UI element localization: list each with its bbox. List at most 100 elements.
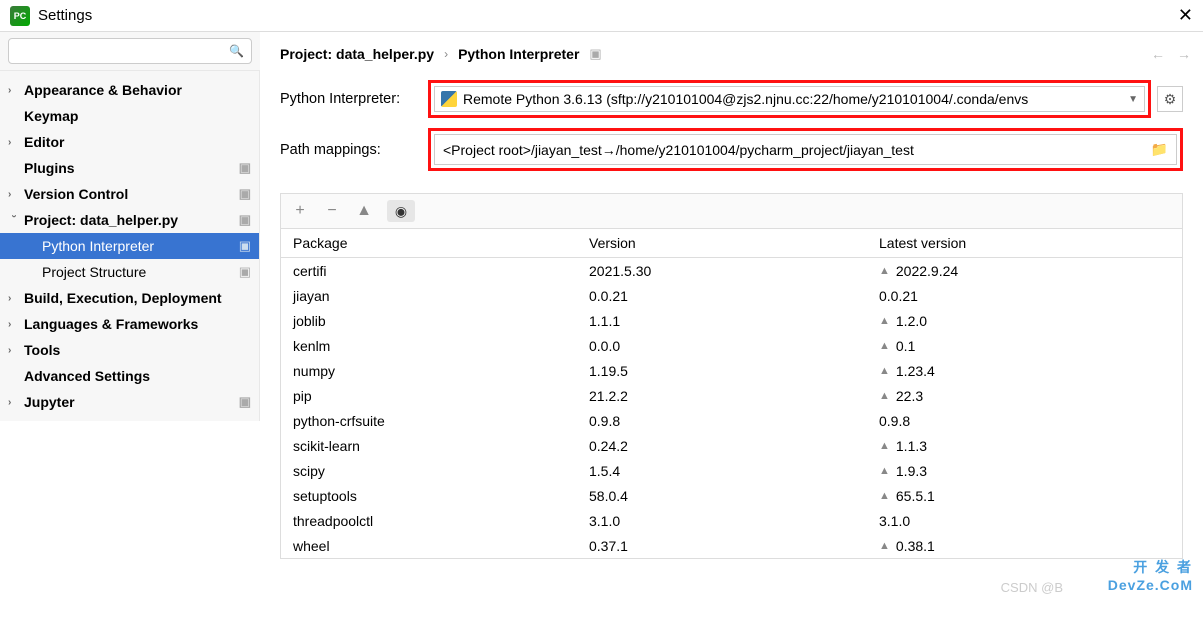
cell-package: jiayan	[293, 288, 589, 304]
sidebar-item-appearance[interactable]: › Appearance & Behavior	[0, 77, 259, 103]
sidebar-item-label: Appearance & Behavior	[24, 82, 182, 98]
cell-version: 1.5.4	[589, 463, 879, 479]
path-input[interactable]: <Project root>/jiayan_test→/home/y210101…	[434, 134, 1177, 165]
upgrade-icon: ▲	[879, 465, 890, 477]
cell-version: 1.1.1	[589, 313, 879, 329]
interpreter-highlight: Remote Python 3.6.13 (sftp://y210101004@…	[428, 80, 1151, 118]
watermark-line1: 开 发 者	[1108, 557, 1193, 577]
chevron-right-icon: ›	[8, 137, 20, 148]
cell-latest: 0.0.21	[879, 288, 1170, 304]
cell-latest: ▲ 1.9.3	[879, 463, 1170, 479]
chevron-right-icon: ›	[8, 293, 20, 304]
sidebar-item-advanced[interactable]: Advanced Settings	[0, 363, 259, 389]
table-body: certifi2021.5.30▲ 2022.9.24jiayan0.0.210…	[281, 258, 1182, 558]
table-header: Package Version Latest version	[281, 229, 1182, 258]
sidebar-item-label: Python Interpreter	[42, 238, 154, 254]
interpreter-dropdown[interactable]: Remote Python 3.6.13 (sftp://y210101004@…	[434, 86, 1145, 112]
remove-button[interactable]: −	[323, 202, 341, 220]
table-row[interactable]: setuptools58.0.4▲ 65.5.1	[281, 483, 1182, 508]
table-row[interactable]: python-crfsuite0.9.80.9.8	[281, 408, 1182, 433]
nav-arrows: ← →	[1151, 46, 1191, 62]
sidebar-item-jupyter[interactable]: › Jupyter ▣	[0, 389, 259, 415]
search-icon: 🔍	[229, 44, 244, 58]
cell-package: wheel	[293, 538, 589, 554]
chevron-right-icon: ›	[8, 397, 20, 408]
cell-version: 3.1.0	[589, 513, 879, 529]
upgrade-icon: ▲	[879, 490, 890, 502]
sidebar-item-plugins[interactable]: Plugins▣	[0, 155, 259, 181]
cell-latest: 3.1.0	[879, 513, 1170, 529]
forward-icon[interactable]: →	[1177, 46, 1191, 62]
module-icon: ▣	[239, 238, 251, 254]
path-highlight: <Project root>/jiayan_test→/home/y210101…	[428, 128, 1183, 171]
sidebar-item-label: Editor	[24, 134, 64, 150]
breadcrumb-project[interactable]: Project: data_helper.py	[280, 46, 434, 62]
cell-package: scipy	[293, 463, 589, 479]
col-package[interactable]: Package	[293, 235, 589, 251]
table-row[interactable]: jiayan0.0.210.0.21	[281, 283, 1182, 308]
sidebar-item-label: Plugins	[24, 160, 75, 176]
cell-package: scikit-learn	[293, 438, 589, 454]
watermark-line2: DevZe.CoM	[1108, 577, 1193, 593]
gear-button[interactable]: ⚙	[1157, 86, 1183, 112]
sidebar-item-label: Version Control	[24, 186, 128, 202]
sidebar-item-project-structure[interactable]: Project Structure▣	[0, 259, 259, 285]
sidebar-item-label: Jupyter	[24, 394, 75, 410]
cell-latest: ▲ 0.1	[879, 338, 1170, 354]
cell-latest: ▲ 1.1.3	[879, 438, 1170, 454]
table-row[interactable]: certifi2021.5.30▲ 2022.9.24	[281, 258, 1182, 283]
upgrade-icon: ▲	[879, 340, 890, 352]
cell-latest: ▲ 1.23.4	[879, 363, 1170, 379]
sidebar-item-tools[interactable]: ›Tools	[0, 337, 259, 363]
table-row[interactable]: scikit-learn0.24.2▲ 1.1.3	[281, 433, 1182, 458]
folder-icon[interactable]: 📁	[1151, 141, 1168, 158]
watermark: 开 发 者 DevZe.CoM	[1108, 557, 1193, 593]
sidebar-item-python-interpreter[interactable]: Python Interpreter ▣	[0, 233, 259, 259]
chevron-right-icon: ›	[8, 85, 20, 96]
search-input[interactable]	[8, 38, 252, 64]
sidebar-item-build[interactable]: › Build, Execution, Deployment	[0, 285, 259, 311]
sidebar-item-label: Advanced Settings	[24, 368, 150, 384]
path-value: <Project root>/jiayan_test→/home/y210101…	[443, 142, 914, 158]
sidebar-item-languages[interactable]: ›Languages & Frameworks	[0, 311, 259, 337]
add-button[interactable]: +	[291, 202, 309, 220]
col-latest[interactable]: Latest version	[879, 235, 1170, 251]
chevron-down-icon: ▼	[1128, 94, 1138, 105]
sidebar-item-label: Project Structure	[42, 264, 146, 280]
path-label: Path mappings:	[280, 142, 428, 158]
sidebar-item-editor[interactable]: › Editor	[0, 129, 259, 155]
table-row[interactable]: scipy1.5.4▲ 1.9.3	[281, 458, 1182, 483]
close-icon[interactable]: ✕	[1178, 5, 1193, 26]
eye-button[interactable]: ◉	[387, 200, 415, 222]
table-row[interactable]: joblib1.1.1▲ 1.2.0	[281, 308, 1182, 333]
cell-package: setuptools	[293, 488, 589, 504]
table-row[interactable]: threadpoolctl3.1.03.1.0	[281, 508, 1182, 533]
up-button[interactable]: ▲	[355, 202, 373, 220]
cell-latest: ▲ 22.3	[879, 388, 1170, 404]
table-row[interactable]: numpy1.19.5▲ 1.23.4	[281, 358, 1182, 383]
sidebar-item-label: Build, Execution, Deployment	[24, 290, 222, 306]
eye-icon: ◉	[395, 203, 407, 220]
table-row[interactable]: wheel0.37.1▲ 0.38.1	[281, 533, 1182, 558]
module-icon: ▣	[239, 394, 251, 410]
cell-latest: ▲ 65.5.1	[879, 488, 1170, 504]
cell-latest: ▲ 2022.9.24	[879, 263, 1170, 279]
sidebar-item-label: Keymap	[24, 108, 78, 124]
interpreter-row: Python Interpreter: Remote Python 3.6.13…	[280, 80, 1183, 118]
cell-latest: ▲ 1.2.0	[879, 313, 1170, 329]
module-icon: ▣	[239, 212, 251, 228]
back-icon[interactable]: ←	[1151, 46, 1165, 62]
sidebar-item-label: Tools	[24, 342, 60, 358]
cell-package: threadpoolctl	[293, 513, 589, 529]
sidebar-item-version-control[interactable]: ›Version Control▣	[0, 181, 259, 207]
col-version[interactable]: Version	[589, 235, 879, 251]
module-icon: ▣	[589, 46, 601, 62]
search-bar: 🔍	[0, 32, 260, 71]
table-row[interactable]: pip21.2.2▲ 22.3	[281, 383, 1182, 408]
sidebar-item-keymap[interactable]: Keymap	[0, 103, 259, 129]
sidebar-item-project[interactable]: ›Project: data_helper.py▣	[0, 207, 259, 233]
interpreter-label: Python Interpreter:	[280, 91, 428, 107]
table-row[interactable]: kenlm0.0.0▲ 0.1	[281, 333, 1182, 358]
cell-package: pip	[293, 388, 589, 404]
chevron-right-icon: ›	[8, 189, 20, 200]
